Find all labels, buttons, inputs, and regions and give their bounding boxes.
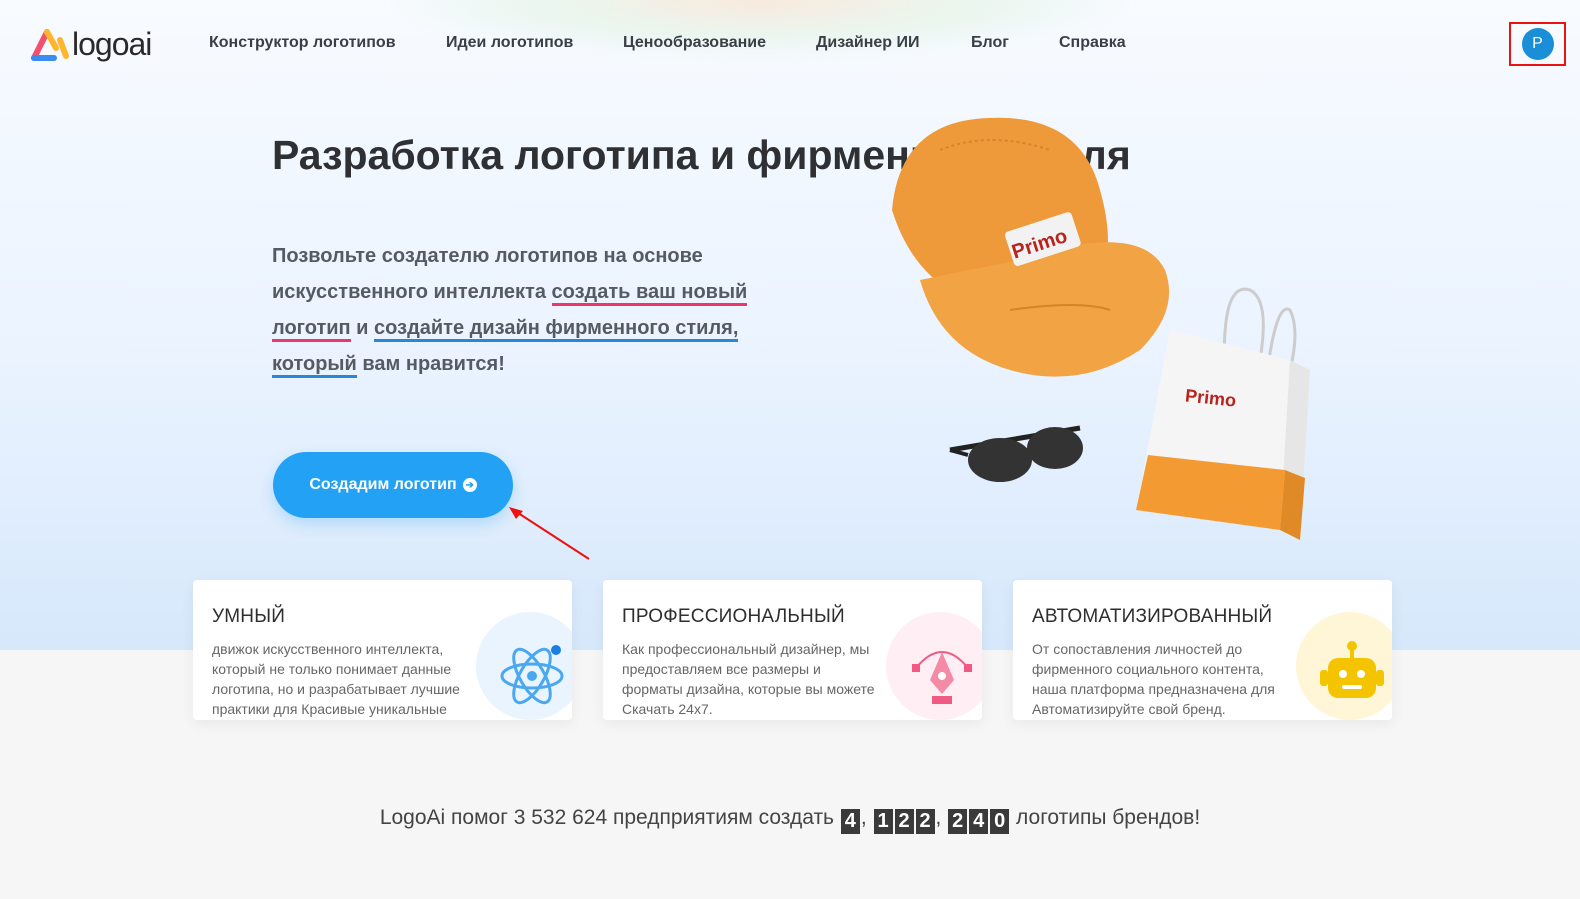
pen-tool-icon	[912, 651, 972, 704]
shopping-bag-illustration: Primo	[1136, 287, 1310, 540]
counter-digit: 1	[873, 809, 893, 834]
nav-logo-ideas[interactable]: Идеи логотипов	[446, 34, 573, 52]
feature-card-smart: УМНЫЙ движок искусственного интеллекта, …	[193, 580, 572, 720]
sunglasses-illustration	[949, 425, 1083, 482]
feature-card-automated: АВТОМАТИЗИРОВАННЫЙ От сопоставления личн…	[1013, 580, 1392, 720]
logo-counter: LogoAi помог 3 532 624 предприятиям созд…	[379, 806, 1201, 834]
nav-logo-maker[interactable]: Конструктор логотипов	[209, 34, 396, 52]
hero-description: Позвольте создателю логотипов на основе …	[272, 238, 772, 382]
nav-ai-designer[interactable]: Дизайнер ИИ	[816, 34, 920, 52]
link-brand-design-2[interactable]: который	[272, 353, 357, 378]
avatar[interactable]: P	[1521, 28, 1554, 60]
hero-background	[0, 0, 1580, 650]
link-create-logo-2[interactable]: логотип	[272, 317, 351, 342]
link-create-logo[interactable]: создать ваш новый	[551, 281, 748, 306]
feature-card-professional: ПРОФЕССИОНАЛЬНЫЙ Как профессиональный ди…	[603, 580, 982, 720]
user-menu[interactable]: P	[1509, 22, 1566, 66]
counter-digit: 4	[969, 809, 989, 834]
logo-mark-icon	[31, 29, 69, 61]
nav-help[interactable]: Справка	[1059, 34, 1126, 52]
counter-digit: 2	[948, 809, 968, 834]
feature-cards: УМНЫЙ движок искусственного интеллекта, …	[193, 580, 1392, 720]
product-mockups: Primo Primo	[892, 117, 1310, 540]
arrow-right-circle-icon: ➔	[462, 478, 477, 492]
link-brand-design[interactable]: создайте дизайн фирменного стиля,	[374, 317, 739, 342]
logo-text: logoai	[72, 25, 152, 62]
counter-digit: 0	[990, 809, 1010, 834]
counter-digit: 2	[915, 809, 935, 834]
card-text: движок искусственного интеллекта, которы…	[212, 641, 460, 717]
nav-blog[interactable]: Блог	[971, 34, 1009, 52]
red-arrow-annotation	[509, 507, 590, 560]
create-logo-button[interactable]: Создадим логотип ➔	[273, 452, 513, 518]
counter-digit: 2	[894, 809, 914, 834]
card-text: Как профессиональный дизайнер, мы предос…	[622, 641, 875, 717]
nav-pricing[interactable]: Ценообразование	[623, 34, 766, 52]
atom-icon	[500, 645, 564, 705]
counter-digit: 4	[840, 809, 860, 834]
logo[interactable]: logoai	[30, 24, 152, 64]
robot-icon	[1320, 641, 1384, 698]
card-text: От сопоставления личностей до фирменного…	[1032, 641, 1275, 717]
cap-illustration: Primo	[892, 117, 1170, 377]
